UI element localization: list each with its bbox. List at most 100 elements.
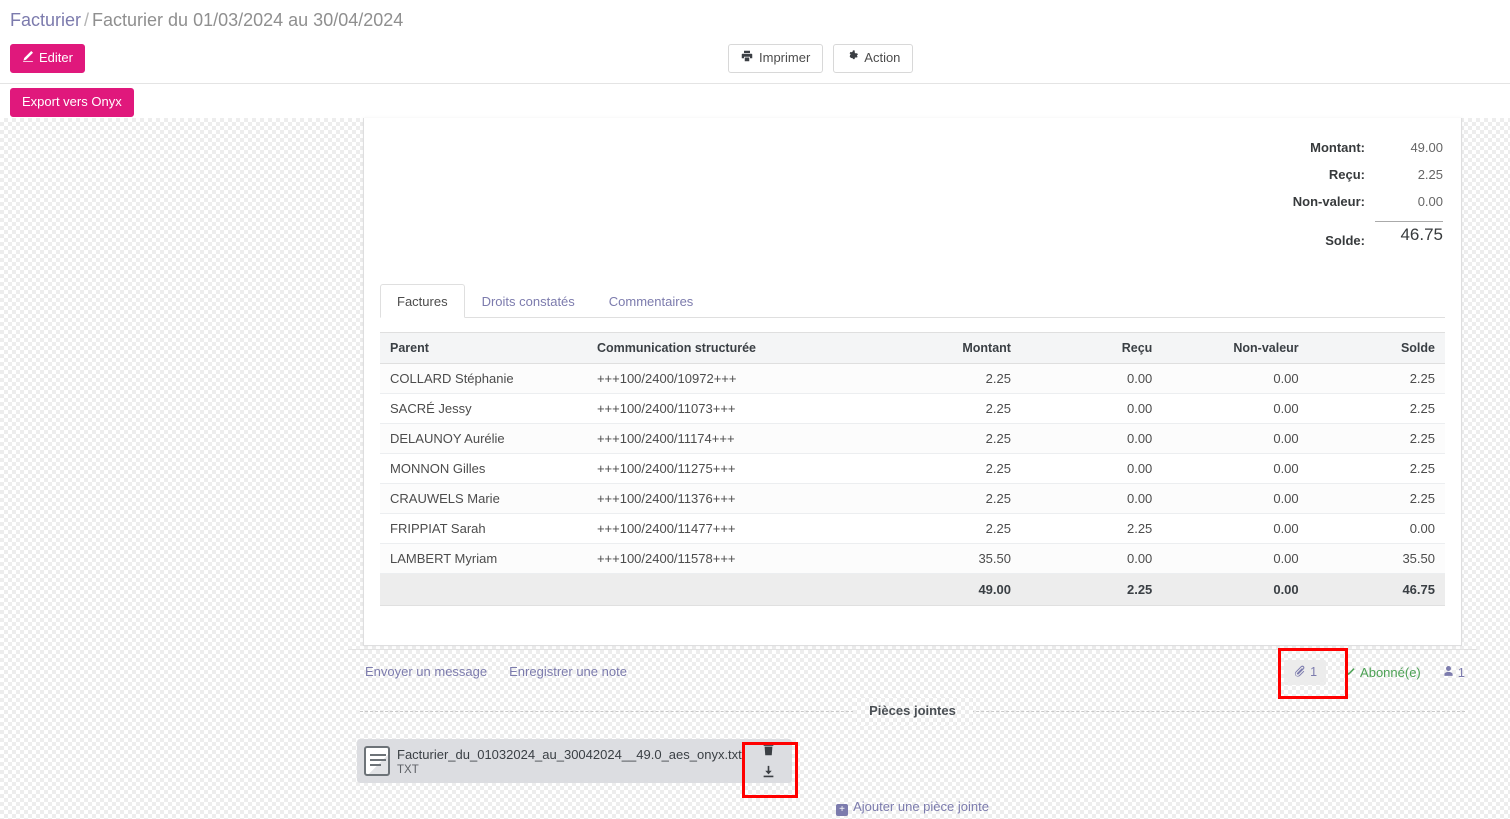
table-header-row: Parent Communication structurée Montant …: [380, 332, 1445, 364]
summary-row-montant: Montant: 49.00: [1253, 140, 1443, 155]
total-non-valeur: 0.00: [1162, 573, 1309, 606]
print-button-label: Imprimer: [759, 50, 811, 65]
attachment-counter-button[interactable]: 1: [1284, 659, 1327, 685]
cell-solde: 0.00: [1308, 513, 1445, 544]
attachments-list: Facturier_du_01032024_au_30042024__49.0_…: [348, 739, 1477, 783]
column-header-recu[interactable]: Reçu: [1020, 332, 1163, 364]
summary-label-montant: Montant:: [1310, 140, 1365, 155]
tab-factures[interactable]: Factures: [380, 284, 465, 318]
notebook-tabs: Factures Droits constatés Commentaires: [380, 284, 1445, 318]
cell-communication: +++100/2400/11578+++: [586, 543, 880, 574]
column-header-non-valeur[interactable]: Non-valeur: [1162, 332, 1309, 364]
cell-parent: COLLARD Stéphanie: [380, 363, 587, 394]
log-note-button[interactable]: Enregistrer une note: [509, 664, 627, 679]
amount-summary: Montant: 49.00 Reçu: 2.25 Non-valeur: 0.…: [1253, 140, 1443, 248]
column-header-communication[interactable]: Communication structurée: [586, 332, 880, 364]
action-button-label: Action: [864, 50, 901, 65]
table-row[interactable]: SACRÉ Jessy +++100/2400/11073+++ 2.25 0.…: [380, 393, 1445, 424]
factures-table: Parent Communication structurée Montant …: [380, 332, 1445, 606]
total-recu: 2.25: [1020, 573, 1163, 606]
attachments-section-title: Pièces jointes: [869, 703, 956, 718]
control-panel-divider: [0, 83, 1510, 84]
table-row[interactable]: MONNON Gilles +++100/2400/11275+++ 2.25 …: [380, 453, 1445, 484]
table-row[interactable]: CRAUWELS Marie +++100/2400/11376+++ 2.25…: [380, 483, 1445, 514]
cell-recu: 0.00: [1020, 363, 1163, 394]
table-row[interactable]: COLLARD Stéphanie +++100/2400/10972+++ 2…: [380, 363, 1445, 394]
check-icon: [1344, 665, 1356, 680]
cell-solde: 2.25: [1308, 423, 1445, 454]
edit-button-label: Editer: [39, 50, 73, 65]
tab-droits-constates[interactable]: Droits constatés: [465, 284, 592, 318]
cell-communication: +++100/2400/11376+++: [586, 483, 880, 514]
attachment-filename: Facturier_du_01032024_au_30042024__49.0_…: [397, 746, 742, 762]
cell-montant: 2.25: [879, 423, 1021, 454]
cell-montant: 2.25: [879, 453, 1021, 484]
total-parent: [380, 573, 587, 606]
table-row[interactable]: FRIPPIAT Sarah +++100/2400/11477+++ 2.25…: [380, 513, 1445, 544]
cell-parent: SACRÉ Jessy: [380, 393, 587, 424]
cell-non-valeur: 0.00: [1162, 363, 1309, 394]
cell-parent: CRAUWELS Marie: [380, 483, 587, 514]
text-file-icon: [364, 746, 390, 776]
action-button[interactable]: Action: [833, 44, 914, 73]
print-button[interactable]: Imprimer: [728, 44, 824, 73]
total-solde: 46.75: [1308, 573, 1445, 606]
summary-row-recu: Reçu: 2.25: [1253, 167, 1443, 182]
pencil-icon: [22, 50, 34, 67]
cell-communication: +++100/2400/11477+++: [586, 513, 880, 544]
table-row[interactable]: LAMBERT Myriam +++100/2400/11578+++ 35.5…: [380, 543, 1445, 574]
cell-parent: MONNON Gilles: [380, 453, 587, 484]
summary-label-non-valeur: Non-valeur:: [1292, 194, 1365, 209]
cell-solde: 2.25: [1308, 363, 1445, 394]
summary-value-recu: 2.25: [1417, 167, 1443, 182]
add-attachment-label: Ajouter une pièce jointe: [853, 799, 989, 814]
control-panel: Facturier / Facturier du 01/03/2024 au 30/…: [0, 0, 1510, 118]
cell-montant: 2.25: [879, 363, 1021, 394]
cell-communication: +++100/2400/11174+++: [586, 423, 880, 454]
cell-non-valeur: 0.00: [1162, 423, 1309, 454]
sheet-background: Montant: 49.00 Reçu: 2.25 Non-valeur: 0.…: [0, 118, 1510, 819]
cell-parent: LAMBERT Myriam: [380, 543, 587, 574]
cell-non-valeur: 0.00: [1162, 393, 1309, 424]
send-message-button[interactable]: Envoyer un message: [365, 664, 487, 679]
summary-label-solde: Solde:: [1325, 233, 1365, 248]
cell-montant: 2.25: [879, 513, 1021, 544]
breadcrumb-root-link[interactable]: Facturier: [10, 10, 81, 30]
column-header-montant[interactable]: Montant: [879, 332, 1021, 364]
primary-button-row: Editer: [10, 44, 85, 73]
attachment-item[interactable]: Facturier_du_01032024_au_30042024__49.0_…: [357, 739, 792, 783]
column-header-solde[interactable]: Solde: [1308, 332, 1445, 364]
column-header-parent[interactable]: Parent: [380, 332, 587, 364]
attachment-actions: [744, 739, 792, 783]
delete-attachment-button[interactable]: [762, 743, 775, 758]
attachments-title-row: Pièces jointes: [348, 697, 1477, 725]
summary-value-montant: 49.00: [1410, 140, 1443, 155]
export-onyx-button[interactable]: Export vers Onyx: [10, 88, 134, 117]
summary-label-recu: Reçu:: [1328, 167, 1365, 182]
breadcrumb: Facturier / Facturier du 01/03/2024 au 30/…: [10, 10, 403, 31]
total-communication: [586, 573, 880, 606]
table-body: COLLARD Stéphanie +++100/2400/10972+++ 2…: [380, 363, 1445, 574]
cell-montant: 35.50: [879, 543, 1021, 574]
table-row[interactable]: DELAUNOY Aurélie +++100/2400/11174+++ 2.…: [380, 423, 1445, 454]
factures-table-wrapper: Parent Communication structurée Montant …: [380, 332, 1445, 606]
add-attachment-button[interactable]: + Ajouter une pièce jointe: [348, 799, 1477, 816]
attachments-section: Pièces jointes Facturier_du_01032024_au_…: [348, 693, 1477, 816]
breadcrumb-current: Facturier du 01/03/2024 au 30/04/2024: [92, 10, 404, 30]
cell-non-valeur: 0.00: [1162, 453, 1309, 484]
cell-communication: +++100/2400/10972+++: [586, 363, 880, 394]
followers-button[interactable]: 1: [1443, 665, 1465, 680]
edit-button[interactable]: Editer: [10, 44, 85, 73]
cell-non-valeur: 0.00: [1162, 483, 1309, 514]
cell-recu: 0.00: [1020, 393, 1163, 424]
following-toggle[interactable]: Abonné(e): [1344, 665, 1421, 680]
summary-value-non-valeur: 0.00: [1417, 194, 1443, 209]
download-attachment-button[interactable]: [762, 765, 775, 780]
table-head: Parent Communication structurée Montant …: [380, 332, 1445, 364]
summary-row-non-valeur: Non-valeur: 0.00: [1253, 194, 1443, 209]
custom-button-row: Export vers Onyx: [10, 88, 134, 117]
cell-recu: 0.00: [1020, 453, 1163, 484]
summary-row-solde: Solde: 46.75: [1253, 221, 1443, 248]
tab-commentaires[interactable]: Commentaires: [592, 284, 711, 318]
printer-icon: [741, 50, 753, 67]
